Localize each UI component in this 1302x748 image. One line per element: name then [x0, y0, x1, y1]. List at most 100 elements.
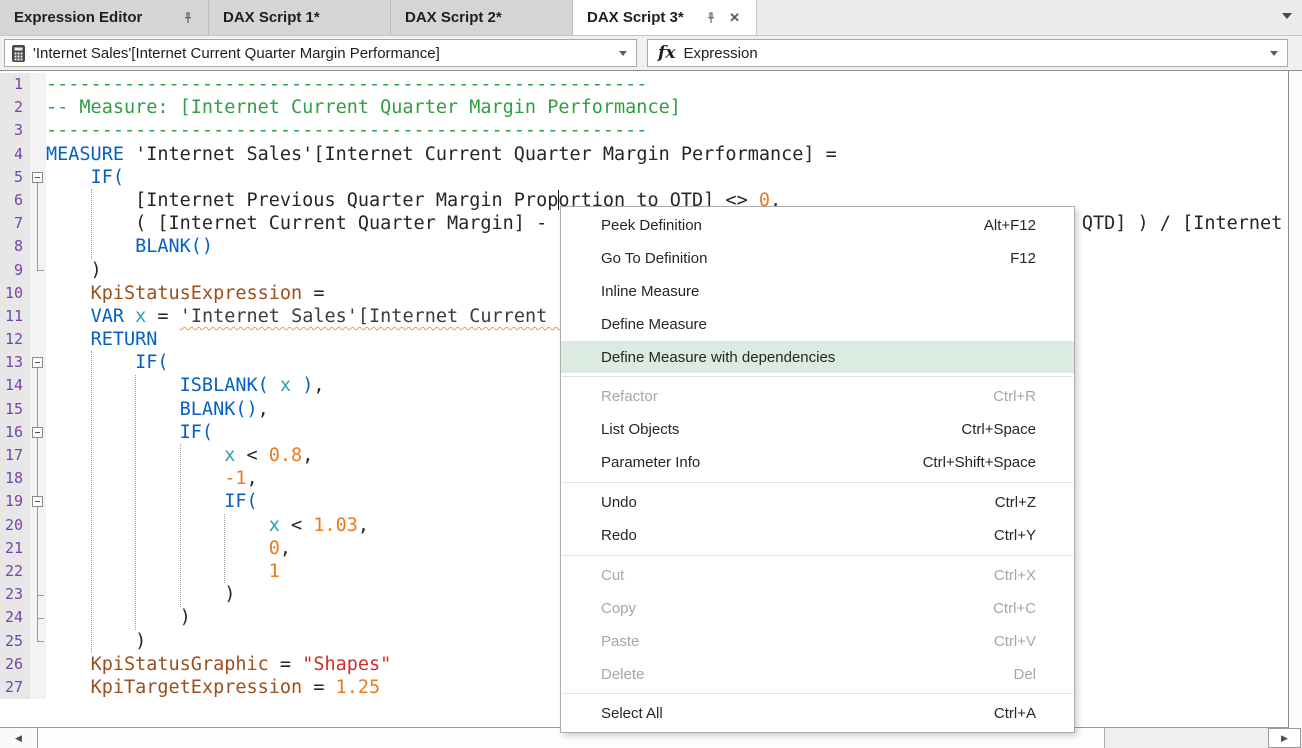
tab-dax-script-1[interactable]: DAX Script 1* — [209, 0, 391, 35]
fold-margin — [30, 444, 46, 467]
code-line[interactable]: 5 IF( — [0, 166, 1288, 189]
expression-selector-dropdown[interactable]: fx Expression — [647, 39, 1288, 67]
expression-toolbar: 'Internet Sales'[Internet Current Quarte… — [0, 36, 1302, 71]
object-selector-dropdown[interactable]: 'Internet Sales'[Internet Current Quarte… — [4, 39, 637, 67]
pin-icon[interactable] — [705, 12, 717, 24]
menu-separator — [561, 479, 1074, 486]
pin-icon[interactable] — [182, 12, 194, 24]
fold-margin — [30, 235, 46, 258]
menu-item-label: Delete — [601, 666, 644, 683]
fold-collapse-icon[interactable] — [32, 172, 43, 183]
code-line[interactable]: 1---------------------------------------… — [0, 73, 1288, 96]
menu-item-cut[interactable]: Cut Ctrl+X — [561, 559, 1074, 592]
menu-item-define-measure[interactable]: Define Measure — [561, 308, 1074, 341]
menu-item-shortcut: Del — [1013, 666, 1036, 683]
code-text: KpiTargetExpression = 1.25 — [46, 676, 380, 699]
line-number: 17 — [0, 444, 30, 467]
tab-overflow-chevron-down-icon[interactable] — [1282, 13, 1292, 19]
menu-item-undo[interactable]: UndoCtrl+Z — [561, 486, 1074, 519]
code-text: ) — [46, 630, 146, 653]
fold-margin — [30, 421, 46, 444]
line-number: 14 — [0, 374, 30, 397]
menu-item-delete[interactable]: Delete Del — [561, 658, 1074, 691]
menu-item-inline-measure[interactable]: Inline Measure — [561, 275, 1074, 308]
menu-item-shortcut: Ctrl+X — [994, 567, 1036, 584]
fold-margin — [30, 398, 46, 421]
line-number: 6 — [0, 189, 30, 212]
fold-margin — [30, 514, 46, 537]
menu-item-label: Cut — [601, 567, 624, 584]
tab-dax-script-2[interactable]: DAX Script 2* — [391, 0, 573, 35]
tab-bar: Expression EditorDAX Script 1* DAX Script… — [0, 0, 1302, 36]
line-number: 25 — [0, 630, 30, 653]
menu-item-shortcut: Ctrl+C — [993, 600, 1036, 617]
fold-margin — [30, 490, 46, 513]
code-text: ----------------------------------------… — [46, 73, 647, 96]
line-number: 19 — [0, 490, 30, 513]
line-number: 15 — [0, 398, 30, 421]
menu-item-copy[interactable]: Copy Ctrl+C — [561, 592, 1074, 625]
menu-item-list-objects[interactable]: List ObjectsCtrl+Space — [561, 413, 1074, 446]
fold-collapse-icon[interactable] — [32, 357, 43, 368]
fold-margin — [30, 467, 46, 490]
menu-item-paste[interactable]: PasteCtrl+V — [561, 625, 1074, 658]
line-number: 22 — [0, 560, 30, 583]
menu-item-define-measure-with-dependencies[interactable]: Define Measure with dependencies — [561, 341, 1074, 374]
code-line[interactable]: 2-- Measure: [Internet Current Quarter M… — [0, 96, 1288, 119]
object-selector-value: 'Internet Sales'[Internet Current Quarte… — [33, 45, 440, 62]
menu-item-label: Go To Definition — [601, 250, 707, 267]
line-number: 8 — [0, 235, 30, 258]
menu-separator — [561, 373, 1074, 380]
chevron-down-icon[interactable] — [619, 51, 627, 56]
tab-label: DAX Script 2* — [405, 9, 502, 26]
fold-margin — [30, 537, 46, 560]
fold-collapse-icon[interactable] — [32, 496, 43, 507]
line-number: 16 — [0, 421, 30, 444]
scroll-right-button[interactable]: ▶ — [1268, 728, 1301, 748]
menu-item-shortcut: Ctrl+Space — [961, 421, 1036, 438]
menu-item-label: Peek Definition — [601, 217, 702, 234]
menu-item-label: Define Measure — [601, 316, 707, 333]
code-text: ) — [46, 259, 102, 282]
tab-expression-editor[interactable]: Expression Editor — [0, 0, 209, 35]
code-text: BLANK() — [46, 235, 213, 258]
menu-item-label: Copy — [601, 600, 636, 617]
code-line[interactable]: 4MEASURE 'Internet Sales'[Internet Curre… — [0, 143, 1288, 166]
chevron-down-icon[interactable] — [1270, 51, 1278, 56]
menu-item-shortcut: Ctrl+Shift+Space — [923, 454, 1036, 471]
fold-margin — [30, 119, 46, 142]
close-icon[interactable]: ✕ — [727, 10, 742, 25]
code-text: -- Measure: [Internet Current Quarter Ma… — [46, 96, 681, 119]
fold-margin — [30, 282, 46, 305]
menu-item-label: Inline Measure — [601, 283, 699, 300]
code-text: 0, — [46, 537, 291, 560]
menu-item-shortcut: Ctrl+R — [993, 388, 1036, 405]
menu-item-go-to-definition[interactable]: Go To DefinitionF12 — [561, 242, 1074, 275]
tab-label: DAX Script 3* — [587, 9, 684, 26]
code-text: RETURN — [46, 328, 157, 351]
line-number: 10 — [0, 282, 30, 305]
code-text: ----------------------------------------… — [46, 119, 647, 142]
line-number: 20 — [0, 514, 30, 537]
tab-dax-script-3[interactable]: DAX Script 3* ✕ — [573, 0, 757, 35]
menu-item-label: Parameter Info — [601, 454, 700, 471]
menu-item-peek-definition[interactable]: Peek DefinitionAlt+F12 — [561, 209, 1074, 242]
code-text: IF( — [46, 421, 213, 444]
fold-collapse-icon[interactable] — [32, 427, 43, 438]
vertical-scrollbar[interactable] — [1288, 71, 1302, 728]
fold-margin — [30, 583, 46, 606]
code-line[interactable]: 3---------------------------------------… — [0, 119, 1288, 142]
fold-margin — [30, 189, 46, 212]
menu-item-refactor[interactable]: RefactorCtrl+R — [561, 380, 1074, 413]
scroll-right-arrow-icon: ▶ — [1281, 733, 1288, 744]
menu-item-shortcut: Ctrl+A — [994, 705, 1036, 722]
line-number: 18 — [0, 467, 30, 490]
line-number: 26 — [0, 653, 30, 676]
code-text: ) — [46, 583, 235, 606]
menu-item-select-all[interactable]: Select AllCtrl+A — [561, 697, 1074, 730]
scroll-left-button[interactable]: ◀ — [0, 728, 38, 748]
menu-item-redo[interactable]: RedoCtrl+Y — [561, 519, 1074, 552]
line-number: 11 — [0, 305, 30, 328]
menu-item-parameter-info[interactable]: Parameter Info Ctrl+Shift+Space — [561, 446, 1074, 479]
fold-margin — [30, 305, 46, 328]
